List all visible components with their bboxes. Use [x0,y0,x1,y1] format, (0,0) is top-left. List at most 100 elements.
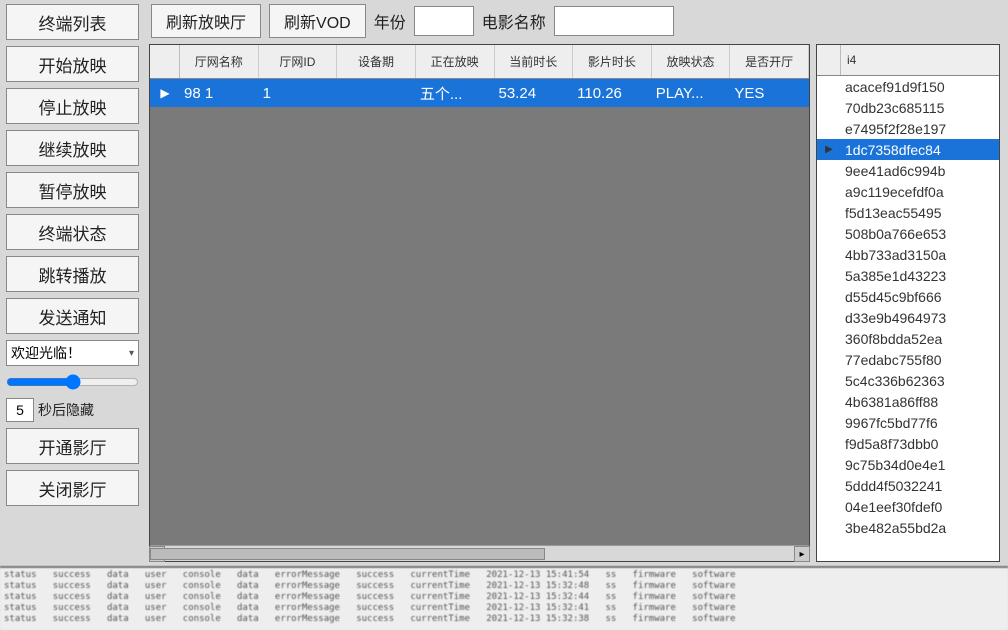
list-item-value: d55d45c9bf666 [841,289,999,305]
btn-terminal-status[interactable]: 终端状态 [6,214,139,250]
side-grid[interactable]: i4 acacef91d9f150 70db23c685115 e7495f2f28… [816,44,1000,562]
list-item-value: 9967fc5bd77f6 [841,415,999,431]
col-hall-id[interactable]: 厅网ID [259,45,338,78]
btn-pause-play[interactable]: 暂停放映 [6,172,139,208]
slider-volume[interactable] [6,374,139,390]
combo-value: 欢迎光临！ [11,343,81,363]
list-item-value: 04e1eef30fdef0 [841,499,999,515]
side-col-header[interactable]: i4 [841,45,999,75]
col-current-time[interactable]: 当前时长 [495,45,574,78]
list-item-value: 3be482a55bd2a [841,520,999,536]
list-item-value: f9d5a8f73dbb0 [841,436,999,452]
side-grid-body[interactable]: acacef91d9f150 70db23c685115 e7495f2f28e19… [817,76,999,561]
list-item[interactable]: a9c119ecefdf0a [817,181,999,202]
list-item-value: 1dc7358dfec84 [841,142,999,158]
col-hall-name[interactable]: 厅网名称 [180,45,259,78]
list-item[interactable]: 4bb733ad3150a [817,244,999,265]
list-item[interactable]: 9ee41ad6c994b [817,160,999,181]
table-row[interactable]: ▶ 98 1 1 五个... 53.24 110.26 PLAY... YES [150,79,809,107]
col-device[interactable]: 设备期 [337,45,416,78]
seconds-input[interactable] [6,398,34,422]
main-grid-header: 厅网名称 厅网ID 设备期 正在放映 当前时长 影片时长 放映状态 是否开厅 [150,45,809,79]
list-item[interactable]: 3be482a55bd2a [817,517,999,538]
list-item-value: 4bb733ad3150a [841,247,999,263]
btn-send-notice[interactable]: 发送通知 [6,298,139,334]
btn-start-play[interactable]: 开始放映 [6,46,139,82]
col-hall-open[interactable]: 是否开厅 [730,45,809,78]
list-item-value: 4b6381a86ff88 [841,394,999,410]
list-item[interactable]: ▶1dc7358dfec84 [817,139,999,160]
list-item-value: 508b0a766e653 [841,226,999,242]
list-item-value: a9c119ecefdf0a [841,184,999,200]
input-year[interactable] [414,6,474,36]
list-item[interactable]: d33e9b4964973 [817,307,999,328]
cell-hall-name: 98 1 [180,85,259,102]
row-indicator-icon: ▶ [817,144,841,155]
list-item-value: 9c75b34d0e4e1 [841,457,999,473]
list-item[interactable]: 5a385e1d43223 [817,265,999,286]
btn-refresh-hall[interactable]: 刷新放映厅 [151,4,261,38]
list-item[interactable]: 77edabc755f80 [817,349,999,370]
h-scrollbar[interactable]: ◂ ▸ [150,545,809,561]
cell-play-status: PLAY... [652,85,731,102]
label-year: 年份 [374,9,406,33]
row-header-corner [150,45,180,78]
btn-close-hall[interactable]: 关闭影厅 [6,470,139,506]
list-item[interactable]: e7495f2f28e197 [817,118,999,139]
cell-hall-id: 1 [259,85,338,102]
list-item-value: d33e9b4964973 [841,310,999,326]
side-grid-header: i4 [817,45,999,76]
seconds-row: 秒后隐藏 [6,398,139,422]
list-item[interactable]: 5c4c336b62363 [817,370,999,391]
scroll-right-icon[interactable]: ▸ [794,546,810,562]
list-item[interactable]: 508b0a766e653 [817,223,999,244]
list-item[interactable]: 360f8bdda52ea [817,328,999,349]
scroll-thumb[interactable] [150,548,545,560]
btn-terminal-list[interactable]: 终端列表 [6,4,139,40]
list-item-value: f5d13eac55495 [841,205,999,221]
btn-refresh-vod[interactable]: 刷新VOD [269,4,366,38]
content-area: 刷新放映厅 刷新VOD 年份 电影名称 厅网名称 厅网ID 设备期 正在放映 当 [145,0,1008,566]
list-item[interactable]: d55d45c9bf666 [817,286,999,307]
list-item-value: 5a385e1d43223 [841,268,999,284]
main-grid[interactable]: 厅网名称 厅网ID 设备期 正在放映 当前时长 影片时长 放映状态 是否开厅 ▶… [149,44,810,562]
col-play-status[interactable]: 放映状态 [652,45,731,78]
col-total-time[interactable]: 影片时长 [573,45,652,78]
list-item-value: 70db23c685115 [841,100,999,116]
app-root: 终端列表 开始放映 停止放映 继续放映 暂停放映 终端状态 跳转播放 发送通知 … [0,0,1008,630]
input-movie-name[interactable] [554,6,674,36]
list-item-value: 5ddd4f5032241 [841,478,999,494]
cell-current-time: 53.24 [495,85,574,102]
combo-greeting[interactable]: 欢迎光临！ ▾ [6,340,139,366]
list-item-value: 77edabc755f80 [841,352,999,368]
list-item[interactable]: acacef91d9f150 [817,76,999,97]
cell-total-time: 110.26 [573,85,652,102]
btn-stop-play[interactable]: 停止放映 [6,88,139,124]
list-item-value: e7495f2f28e197 [841,121,999,137]
list-item[interactable]: f9d5a8f73dbb0 [817,433,999,454]
seconds-label: 秒后隐藏 [38,400,94,420]
btn-resume-play[interactable]: 继续放映 [6,130,139,166]
list-item-value: 360f8bdda52ea [841,331,999,347]
log-panel: status success data user console data er… [0,566,1008,630]
list-item[interactable]: 04e1eef30fdef0 [817,496,999,517]
col-now-playing[interactable]: 正在放映 [416,45,495,78]
list-item[interactable]: 70db23c685115 [817,97,999,118]
list-item-value: 9ee41ad6c994b [841,163,999,179]
chevron-down-icon: ▾ [129,348,134,359]
list-item[interactable]: 5ddd4f5032241 [817,475,999,496]
label-movie: 电影名称 [482,9,546,33]
list-item-value: 5c4c336b62363 [841,373,999,389]
list-item-value: acacef91d9f150 [841,79,999,95]
list-item[interactable]: 4b6381a86ff88 [817,391,999,412]
btn-open-hall[interactable]: 开通影厅 [6,428,139,464]
cell-hall-open: YES [730,85,809,102]
main-grid-body[interactable]: ▶ 98 1 1 五个... 53.24 110.26 PLAY... YES [150,79,809,545]
list-item[interactable]: f5d13eac55495 [817,202,999,223]
row-indicator-icon: ▶ [150,86,180,100]
main-area: 终端列表 开始放映 停止放映 继续放映 暂停放映 终端状态 跳转播放 发送通知 … [0,0,1008,566]
cell-now-playing: 五个... [416,83,495,104]
list-item[interactable]: 9c75b34d0e4e1 [817,454,999,475]
btn-jump-play[interactable]: 跳转播放 [6,256,139,292]
list-item[interactable]: 9967fc5bd77f6 [817,412,999,433]
